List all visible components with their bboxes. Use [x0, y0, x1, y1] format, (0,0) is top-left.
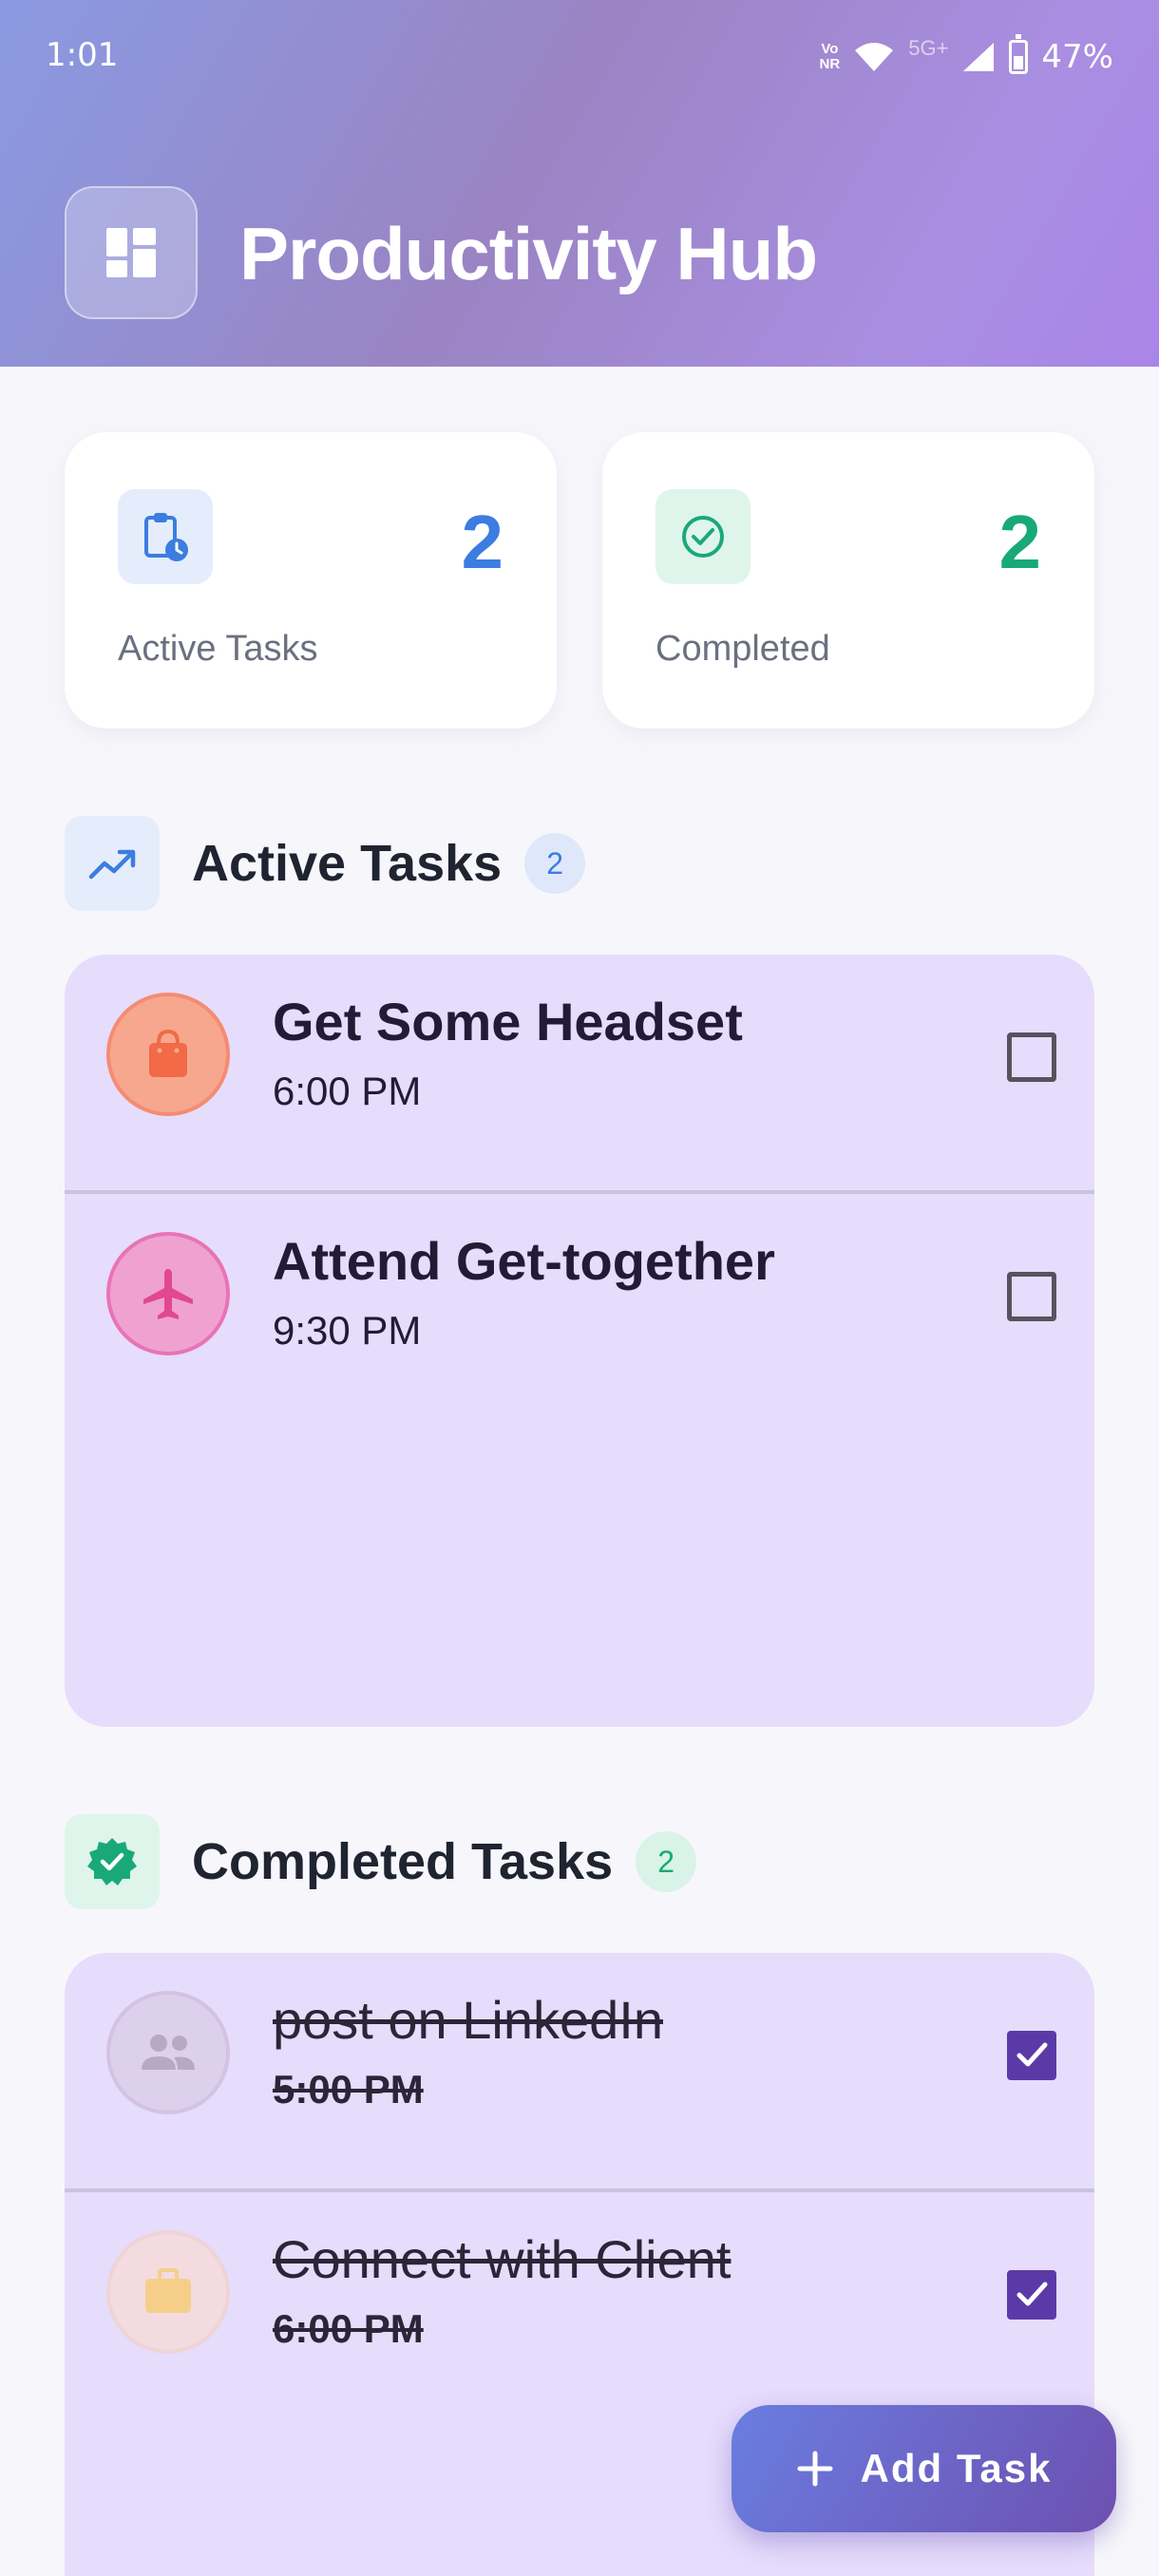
task-time: 6:00 PM [273, 2306, 424, 2351]
battery-percent: 47% [1041, 38, 1113, 76]
app-header: 1:01 Vo NR 5G+ 47% Productivity Hub [0, 0, 1159, 367]
task-row[interactable]: Attend Get-together 9:30 PM [65, 1194, 1094, 1433]
signal-icon [963, 43, 995, 71]
active-section-title: Active Tasks [192, 835, 503, 892]
task-time: 9:30 PM [273, 1308, 422, 1353]
task-checkbox-checked[interactable] [1007, 2031, 1056, 2080]
trending-up-icon [65, 816, 160, 911]
stat-card-active: 2 Active Tasks [65, 432, 557, 729]
status-bar-icons: Vo NR 5G+ 47% [820, 34, 1113, 80]
clipboard-clock-icon [118, 489, 213, 584]
task-checkbox-checked[interactable] [1007, 2270, 1056, 2320]
task-row[interactable]: Connect with Client 6:00 PM [65, 2192, 1094, 2432]
network-type: 5G+ [908, 36, 949, 60]
battery-icon [1009, 34, 1029, 74]
completed-count-badge: 2 [636, 1831, 697, 1892]
completed-label: Completed [656, 629, 830, 669]
status-time: 1:01 [46, 36, 119, 74]
task-title: post on LinkedIn [273, 1990, 663, 2050]
stat-card-completed: 2 Completed [602, 432, 1094, 729]
task-time: 5:00 PM [273, 2067, 424, 2112]
task-checkbox[interactable] [1007, 1272, 1056, 1321]
completed-section-title: Completed Tasks [192, 1833, 614, 1890]
completed-section-header: Completed Tasks 2 [65, 1814, 697, 1909]
page-title: Productivity Hub [239, 212, 818, 295]
dashboard-icon [65, 186, 198, 319]
people-icon [106, 1991, 230, 2114]
briefcase-icon [106, 2230, 230, 2354]
airplane-icon [106, 1232, 230, 1355]
plus-icon [797, 2451, 833, 2487]
wifi-icon [855, 43, 894, 71]
active-count: 2 [461, 500, 504, 584]
active-count-badge: 2 [524, 833, 586, 894]
add-task-button[interactable]: Add Task [732, 2405, 1116, 2532]
task-title: Connect with Client [273, 2229, 732, 2289]
add-task-label: Add Task [860, 2446, 1053, 2491]
verified-badge-icon [65, 1814, 160, 1909]
shopping-bag-icon [106, 993, 230, 1116]
task-checkbox[interactable] [1007, 1032, 1056, 1082]
completed-count: 2 [998, 500, 1042, 584]
check-circle-icon [656, 489, 750, 584]
active-task-list: Get Some Headset 6:00 PM Attend Get-toge… [65, 955, 1094, 1727]
task-time: 6:00 PM [273, 1069, 422, 1113]
task-title: Get Some Headset [273, 992, 743, 1051]
task-title: Attend Get-together [273, 1231, 775, 1291]
task-row[interactable]: Get Some Headset 6:00 PM [65, 955, 1094, 1194]
volte-icon: Vo NR [819, 41, 841, 72]
active-label: Active Tasks [118, 629, 318, 669]
active-section-header: Active Tasks 2 [65, 816, 586, 911]
task-row[interactable]: post on LinkedIn 5:00 PM [65, 1953, 1094, 2192]
